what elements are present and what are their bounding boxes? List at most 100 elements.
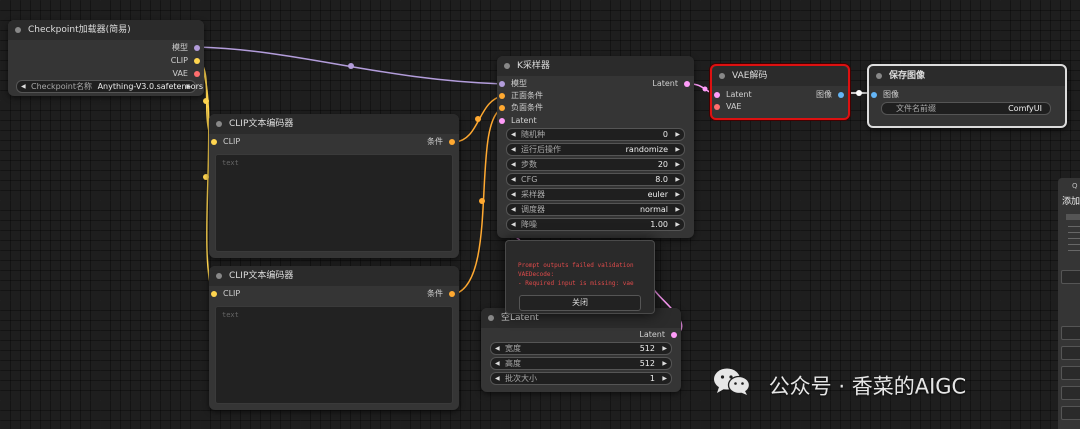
slot-dot-icon[interactable] [499,118,505,124]
clip-text-encoder-node[interactable]: CLIP文本编码器 CLIP 条件 text [209,114,459,258]
prompt-text-input[interactable]: text [215,306,453,404]
arrow-right-icon[interactable]: ▶ [675,129,680,140]
slot-dot-icon[interactable] [671,332,677,338]
empty-latent-node[interactable]: 空Latent Latent ◀ 宽度 512 ▶ ◀ 高度 512 ▶ ◀ 批… [481,308,681,392]
node-title[interactable]: 保存图像 [869,66,1065,86]
arrow-right-icon[interactable]: ▶ [675,219,680,230]
slot-dot-icon[interactable] [211,291,217,297]
batch-size-widget[interactable]: ◀ 批次大小 1 ▶ [490,372,672,385]
input-negative[interactable]: 负面条件 [497,103,543,113]
height-widget[interactable]: ◀ 高度 512 ▶ [490,357,672,370]
scheduler-widget[interactable]: ◀ 调度器 normal ▶ [506,203,685,216]
collapse-dot-icon[interactable] [876,73,882,79]
slot-dot-icon[interactable] [714,92,720,98]
clip-text-encoder-node[interactable]: CLIP文本编码器 CLIP 条件 text [209,266,459,410]
node-title[interactable]: CLIP文本编码器 [209,114,459,134]
slot-label: 图像 [883,90,899,99]
panel-button[interactable] [1061,406,1080,420]
width-widget[interactable]: ◀ 宽度 512 ▶ [490,342,672,355]
sampler-widget[interactable]: ◀ 采样器 euler ▶ [506,188,685,201]
slot-dot-icon[interactable] [211,139,217,145]
output-latent[interactable]: Latent [639,330,677,340]
arrow-right-icon[interactable]: ▶ [675,174,680,185]
close-button[interactable]: 关闭 [519,295,641,311]
panel-button[interactable] [1061,366,1080,380]
checkpoint-name-widget[interactable]: ◀ Checkpoint名称 Anything-V3.0.safetensors… [16,80,203,93]
ksampler-node[interactable]: K采样器 模型 正面条件 负面条件 Latent Latent ◀ 随机种 0 … [497,56,694,238]
arrow-left-icon[interactable]: ◀ [495,373,500,384]
collapse-dot-icon[interactable] [504,63,510,69]
panel-button[interactable] [1061,326,1080,340]
arrow-right-icon[interactable]: ▶ [675,189,680,200]
arrow-left-icon[interactable]: ◀ [511,144,516,155]
arrow-left-icon[interactable]: ◀ [511,159,516,170]
arrow-right-icon[interactable]: ▶ [675,204,680,215]
arrow-right-icon[interactable]: ▶ [662,373,667,384]
input-model[interactable]: 模型 [497,79,527,89]
input-latent[interactable]: Latent [497,116,537,126]
collapse-dot-icon[interactable] [719,73,725,79]
slot-dot-icon[interactable] [499,105,505,111]
arrow-left-icon[interactable]: ◀ [511,129,516,140]
checkpoint-loader-node[interactable]: Checkpoint加载器(简易) 模型 CLIP VAE ◀ Checkpoi… [8,20,204,96]
save-image-node[interactable]: 保存图像 图像 文件名前缀 ComfyUI [867,64,1067,128]
panel-button[interactable] [1061,346,1080,360]
filename-prefix-widget[interactable]: 文件名前缀 ComfyUI [881,102,1051,115]
arrow-right-icon[interactable]: ▶ [662,358,667,369]
slot-dot-icon[interactable] [684,81,690,87]
vae-decode-node[interactable]: VAE解码 Latent VAE 图像 [710,64,850,120]
collapse-dot-icon[interactable] [488,315,494,321]
output-clip[interactable]: CLIP [171,56,200,66]
node-title[interactable]: Checkpoint加载器(简易) [8,20,204,40]
arrow-left-icon[interactable]: ◀ [495,343,500,354]
arrow-right-icon[interactable]: ▶ [662,343,667,354]
slot-dot-icon[interactable] [871,92,877,98]
input-latent[interactable]: Latent [712,90,752,100]
node-title[interactable]: VAE解码 [712,66,848,86]
arrow-right-icon[interactable]: ▶ [186,81,191,92]
node-graph-canvas[interactable]: Checkpoint加载器(简易) 模型 CLIP VAE ◀ Checkpoi… [0,0,1080,429]
arrow-left-icon[interactable]: ◀ [511,219,516,230]
slot-dot-icon[interactable] [449,139,455,145]
node-title[interactable]: CLIP文本编码器 [209,266,459,286]
output-model[interactable]: 模型 [172,43,200,53]
output-image[interactable]: 图像 [816,90,844,100]
input-clip[interactable]: CLIP [209,289,240,299]
arrow-left-icon[interactable]: ◀ [511,189,516,200]
cfg-widget[interactable]: ◀ CFG 8.0 ▶ [506,173,685,186]
input-vae[interactable]: VAE [712,102,742,112]
output-conditioning[interactable]: 条件 [427,137,455,147]
slot-dot-icon[interactable] [838,92,844,98]
input-image[interactable]: 图像 [869,90,899,100]
arrow-left-icon[interactable]: ◀ [21,81,26,92]
denoise-widget[interactable]: ◀ 降噪 1.00 ▶ [506,218,685,231]
input-positive[interactable]: 正面条件 [497,91,543,101]
collapse-dot-icon[interactable] [15,27,21,33]
prompt-text-input[interactable]: text [215,154,453,252]
seed-widget[interactable]: ◀ 随机种 0 ▶ [506,128,685,141]
output-vae[interactable]: VAE [173,69,200,79]
slot-dot-icon[interactable] [499,81,505,87]
arrow-left-icon[interactable]: ◀ [511,204,516,215]
slot-dot-icon[interactable] [449,291,455,297]
input-clip[interactable]: CLIP [209,137,240,147]
steps-widget[interactable]: ◀ 步数 20 ▶ [506,158,685,171]
slot-dot-icon[interactable] [499,93,505,99]
panel-button[interactable] [1061,386,1080,400]
output-latent[interactable]: Latent [652,79,690,89]
arrow-right-icon[interactable]: ▶ [675,144,680,155]
arrow-left-icon[interactable]: ◀ [511,174,516,185]
slot-dot-icon[interactable] [194,45,200,51]
panel-button[interactable] [1061,270,1080,284]
add-button[interactable]: 添加 [1062,194,1080,207]
collapse-dot-icon[interactable] [216,121,222,127]
slot-dot-icon[interactable] [714,104,720,110]
node-title[interactable]: K采样器 [497,56,694,76]
control-after-generate-widget[interactable]: ◀ 运行后操作 randomize ▶ [506,143,685,156]
arrow-left-icon[interactable]: ◀ [495,358,500,369]
output-conditioning[interactable]: 条件 [427,289,455,299]
slot-dot-icon[interactable] [194,71,200,77]
arrow-right-icon[interactable]: ▶ [675,159,680,170]
collapse-dot-icon[interactable] [216,273,222,279]
slot-dot-icon[interactable] [194,58,200,64]
